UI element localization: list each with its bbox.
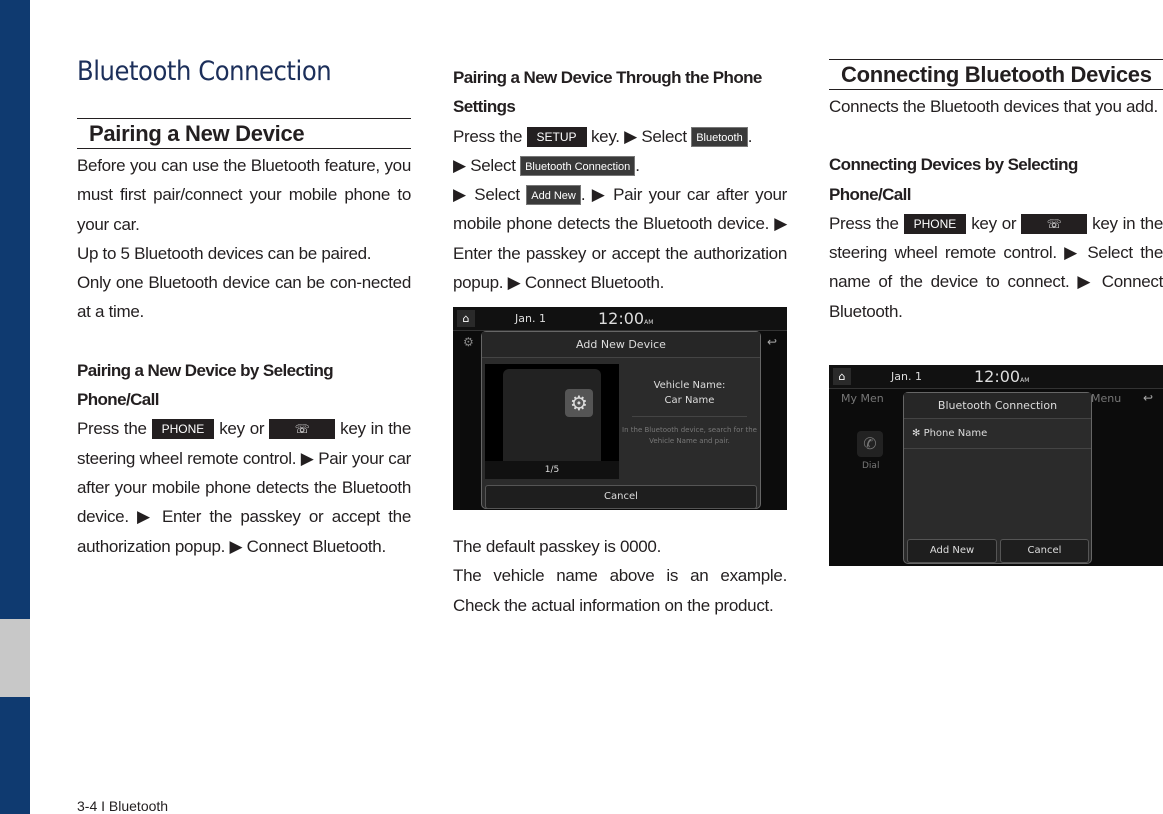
text: Connects the Bluetooth devices that you …	[829, 97, 1158, 116]
paragraph: The default passkey is 0000.	[453, 532, 787, 561]
section-body: Connects the Bluetooth devices that you …	[829, 92, 1163, 326]
notes: The default passkey is 0000. The vehicle …	[453, 532, 787, 620]
paragraph: Up to 5 Bluetooth devices can be paired.	[77, 239, 411, 268]
screen-date: Jan. 1	[891, 370, 922, 383]
page-title: Bluetooth Connection	[77, 56, 332, 87]
bluetooth-connection-screenshot: ⌂ Jan. 1 12:00AM My Men Menu ↩ ✆ Dial Bl…	[829, 365, 1163, 566]
subheading: Pairing a New Device Through the Phone S…	[453, 68, 762, 117]
add-new-device-screenshot: ⌂ Jan. 1 12:00AM ⚙ ↩ Add New Device ⚙ 1/…	[453, 307, 787, 510]
screen-date: Jan. 1	[515, 312, 546, 325]
cancel-button[interactable]: Cancel	[1000, 539, 1089, 563]
popup-title: Add New Device	[482, 332, 760, 358]
paragraph: ▶ Select Add New. ▶ Pair your car after …	[453, 180, 787, 297]
phone-call-icon: ☏	[269, 419, 336, 440]
phone-illustration: ⚙ 1/5	[485, 364, 619, 479]
paragraph: Press the PHONE key or ☏ key in the stee…	[77, 414, 411, 560]
vehicle-name: Car Name	[664, 395, 715, 406]
key-phone: PHONE	[151, 419, 215, 440]
home-icon: ⌂	[457, 310, 475, 327]
device-list-item[interactable]: ✻ Phone Name	[904, 419, 1091, 449]
text: Only one Bluetooth device can be con-nec…	[77, 273, 411, 322]
section-heading: Connecting Bluetooth Devices	[829, 59, 1163, 90]
section-body: Pairing a New Device Through the Phone S…	[453, 63, 787, 297]
menu-bluetooth: Bluetooth	[691, 126, 748, 147]
page-footer: 3-4 I Bluetooth	[77, 798, 169, 814]
subheading: Pairing a New Device by Selecting Phone/…	[77, 360, 334, 410]
home-icon: ⌂	[833, 368, 851, 385]
dial-label: Dial	[862, 461, 880, 471]
text: .	[635, 155, 640, 175]
screen-time: 12:00AM	[598, 309, 654, 328]
subheading: Connecting Devices by Selecting Phone/Ca…	[829, 155, 1078, 204]
text: Press the	[77, 419, 152, 439]
text: key. ▶ Select	[586, 126, 692, 146]
text: The default passkey is 0000.	[453, 537, 662, 556]
text: ▶ Select	[453, 155, 521, 175]
text: .	[747, 126, 753, 146]
paragraph: ▶ Select Bluetooth Connection.	[453, 151, 787, 180]
chapter-sidebar	[0, 0, 30, 814]
chapter-tab	[0, 619, 30, 697]
add-new-button[interactable]: Add New	[907, 539, 997, 563]
cancel-button[interactable]: Cancel	[485, 485, 757, 509]
screen-time: 12:00AM	[974, 367, 1030, 386]
text: key or	[966, 213, 1022, 233]
text: ▶ Select	[453, 185, 527, 205]
popup-title: Bluetooth Connection	[904, 393, 1091, 419]
text: Up to 5 Bluetooth devices can be paired.	[77, 243, 372, 263]
back-icon: ↩	[1142, 391, 1153, 405]
key-phone: PHONE	[903, 213, 967, 234]
text: Press the	[829, 213, 904, 233]
page-indicator: 1/5	[544, 465, 560, 475]
gear-icon: ⚙	[463, 335, 474, 349]
text: Press the	[453, 126, 527, 146]
vehicle-name-label: Vehicle Name:	[653, 380, 726, 391]
paragraph: Only one Bluetooth device can be con-nec…	[77, 268, 411, 327]
pair-hint: In the Bluetooth device, search for the …	[622, 426, 757, 445]
text: The vehicle name above is an example. Ch…	[453, 566, 787, 615]
phone-call-icon: ☏	[1021, 213, 1088, 234]
key-setup: SETUP	[526, 126, 587, 147]
section-heading: Pairing a New Device	[77, 118, 411, 149]
bluetooth-icon: ✻	[912, 428, 924, 439]
paragraph: The vehicle name above is an example. Ch…	[453, 561, 787, 620]
menu-add-new: Add New	[526, 185, 581, 206]
my-menu-label: My Men	[841, 392, 884, 405]
paragraph: Connects the Bluetooth devices that you …	[829, 92, 1163, 121]
menu-bluetooth-connection: Bluetooth Connection	[520, 155, 636, 176]
settings-icon: ⚙	[565, 389, 593, 417]
text: key in the steering wheel remote control…	[77, 419, 411, 556]
section-body: Before you can use the Bluetooth feature…	[77, 151, 411, 561]
back-icon: ↩	[766, 335, 777, 349]
paragraph: Press the PHONE key or ☏ key in the stee…	[829, 209, 1163, 326]
paragraph: Before you can use the Bluetooth feature…	[77, 151, 411, 239]
dial-icon: ✆	[857, 431, 883, 457]
text: Before you can use the Bluetooth feature…	[77, 156, 411, 234]
paragraph: Press the SETUP key. ▶ Select Bluetooth.	[453, 122, 787, 151]
menu-label: Menu	[1091, 392, 1122, 405]
text: key or	[214, 419, 270, 439]
